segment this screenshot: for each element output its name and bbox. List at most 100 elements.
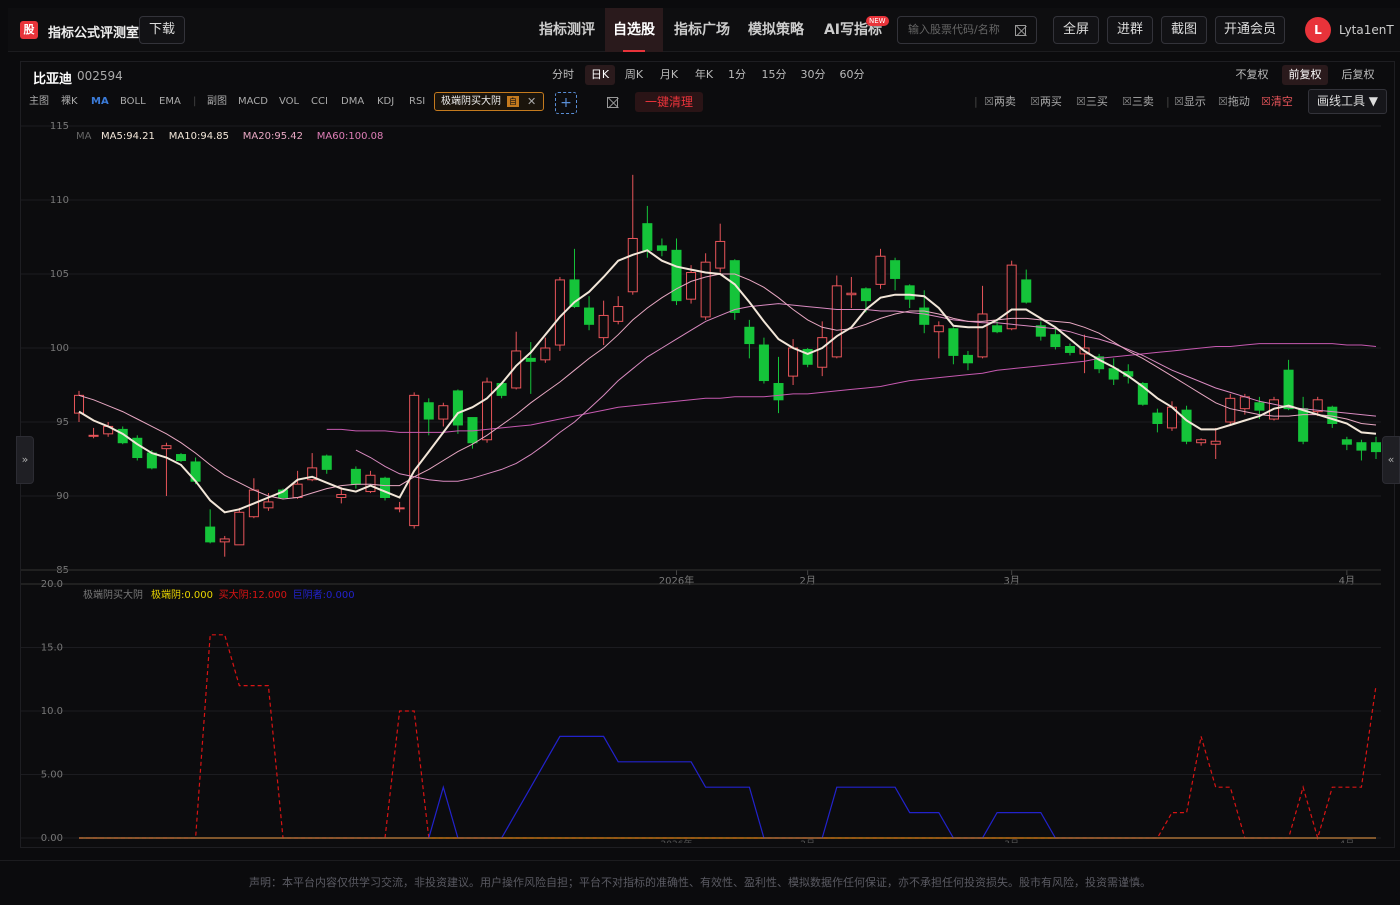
nav-watchlist[interactable]: 自选股 — [605, 8, 663, 52]
adjust-none[interactable]: 不复权 — [1231, 65, 1273, 85]
candle-body — [350, 468, 361, 485]
toggle-three-sell[interactable]: ☒三卖 — [1122, 92, 1154, 112]
nav-sim-strategy[interactable]: 模拟策略 — [742, 8, 810, 52]
fullscreen-button[interactable]: 全屏 — [1053, 16, 1099, 44]
candle-body — [831, 285, 842, 358]
indicator-cci[interactable]: CCI — [311, 92, 328, 112]
candle-body — [452, 390, 463, 426]
toggle-show[interactable]: ☒显示 — [1174, 92, 1206, 112]
candle-body — [336, 494, 347, 498]
period-tab[interactable]: 周K — [619, 65, 649, 85]
indicator-dma[interactable]: DMA — [341, 92, 364, 112]
y-tick-label: 105 — [50, 269, 69, 280]
adjust-forward[interactable]: 前复权 — [1282, 65, 1328, 85]
vip-button[interactable]: 开通会员 — [1215, 16, 1285, 44]
period-tab[interactable]: 月K — [654, 65, 684, 85]
divider: | — [974, 95, 978, 108]
add-indicator-button[interactable]: + — [555, 92, 577, 114]
indicator-rsi[interactable]: RSI — [409, 92, 425, 112]
indicator-ema[interactable]: EMA — [159, 92, 181, 112]
download-button[interactable]: 下载 — [139, 16, 185, 44]
period-tab-active[interactable]: 日K — [585, 65, 615, 85]
self-badge: 自 — [507, 96, 519, 107]
toggle-label: 三买 — [1085, 95, 1108, 108]
candle-body — [700, 261, 711, 318]
period-tab[interactable]: 30分 — [797, 65, 829, 85]
toggle-clear[interactable]: ☒清空 — [1261, 92, 1293, 112]
top-bar: 股 指标公式评测室 下载 指标测评 自选股 指标广场 模拟策略 AI写指标 NE… — [8, 8, 1400, 52]
candle-body — [860, 288, 871, 302]
candle-body — [365, 474, 376, 493]
period-tab[interactable]: 15分 — [758, 65, 790, 85]
join-group-button[interactable]: 进群 — [1107, 16, 1153, 44]
sub-legend-item: 买大阴:12.000 — [219, 588, 287, 601]
caret-down-icon: ▼ — [1368, 94, 1379, 108]
indicator-boll[interactable]: BOLL — [120, 92, 146, 112]
chart-area[interactable]: 1151101051009590852026年 2月 3月 4月MA MA5:94.21… — [21, 118, 1396, 843]
x-tick-label: 2月 — [800, 839, 815, 843]
close-icon[interactable]: ✕ — [527, 93, 536, 110]
candle-body — [817, 337, 828, 368]
legend-item: MA5:94.21 — [101, 131, 155, 142]
period-tab[interactable]: 年K — [689, 65, 719, 85]
candle-body — [1283, 369, 1294, 410]
candle-body — [1341, 439, 1352, 445]
candle-body — [219, 538, 230, 543]
y-tick-label: 95 — [56, 417, 69, 428]
candle-body — [758, 344, 769, 382]
nav-indicator-square[interactable]: 指标广场 — [668, 8, 736, 52]
candle-body — [904, 285, 915, 300]
candle-body — [1370, 442, 1382, 453]
avatar[interactable]: L — [1305, 17, 1331, 43]
period-tab[interactable]: 1分 — [723, 65, 751, 85]
legend-item: MA10:94.85 — [169, 131, 229, 142]
indicator-kdj[interactable]: KDJ — [377, 92, 394, 112]
candle-body — [1064, 346, 1075, 353]
y-tick-label: 5.00 — [41, 770, 63, 781]
close-box-icon[interactable] — [607, 97, 618, 108]
candle-body — [438, 405, 449, 420]
period-tab[interactable]: 60分 — [836, 65, 868, 85]
custom-indicator-tag[interactable]: 极端阴买大阴 自 ✕ — [434, 92, 544, 111]
toggle-two-sell[interactable]: ☒两卖 — [984, 92, 1016, 112]
indicator-naked-k[interactable]: 裸K — [61, 92, 78, 112]
sub-series-line — [79, 634, 1377, 841]
toggle-label: 清空 — [1270, 95, 1293, 108]
candle-body — [482, 381, 493, 441]
candle-body — [890, 260, 901, 279]
divider: | — [193, 96, 197, 107]
candle-body — [846, 292, 857, 296]
adjust-backward[interactable]: 后复权 — [1337, 65, 1379, 85]
candle-body — [686, 272, 697, 300]
toggle-drag[interactable]: ☒拖动 — [1218, 92, 1250, 112]
expand-right-icon[interactable]: « — [1382, 436, 1400, 484]
search-clear-icon[interactable] — [1015, 25, 1026, 36]
candle-body — [1152, 412, 1163, 424]
indicator-ma[interactable]: MA — [91, 92, 109, 112]
toggle-label: 两卖 — [993, 95, 1016, 108]
candle-body — [977, 313, 988, 358]
draw-tools-button[interactable]: 画线工具 ▼ — [1308, 89, 1387, 114]
expand-left-icon[interactable]: » — [16, 436, 34, 484]
nav-indicator-review[interactable]: 指标测评 — [533, 8, 601, 52]
period-tab[interactable]: 分时 — [548, 65, 578, 85]
y-tick-label: 100 — [50, 343, 69, 354]
toggle-three-buy[interactable]: ☒三买 — [1076, 92, 1108, 112]
candle-body — [642, 223, 653, 251]
stock-code: 002594 — [77, 69, 123, 83]
nav-ai-indicator[interactable]: AI写指标 — [816, 8, 890, 52]
sub-indicator-label: 副图 — [207, 96, 227, 107]
toggle-two-buy[interactable]: ☒两买 — [1030, 92, 1062, 112]
indicator-macd[interactable]: MACD — [238, 92, 268, 112]
candle-body — [715, 240, 726, 269]
sub-legend-title: 极端阴买大阴 — [83, 588, 143, 601]
indicator-vol[interactable]: VOL — [279, 92, 299, 112]
x-tick-label: 2月 — [799, 575, 815, 587]
user-name[interactable]: Lyta1enT — [1339, 23, 1394, 37]
sub-legend-item: 极端阴:0.000 — [151, 588, 213, 601]
clear-all-button[interactable]: 一键清理 — [635, 92, 703, 112]
chart-panel: 比亚迪 002594 分时 日K 周K 月K 年K 1分 15分 30分 60分… — [20, 61, 1395, 848]
x-tick-label: 4月 — [1339, 839, 1354, 843]
candle-body — [321, 455, 332, 470]
screenshot-button[interactable]: 截图 — [1161, 16, 1207, 44]
